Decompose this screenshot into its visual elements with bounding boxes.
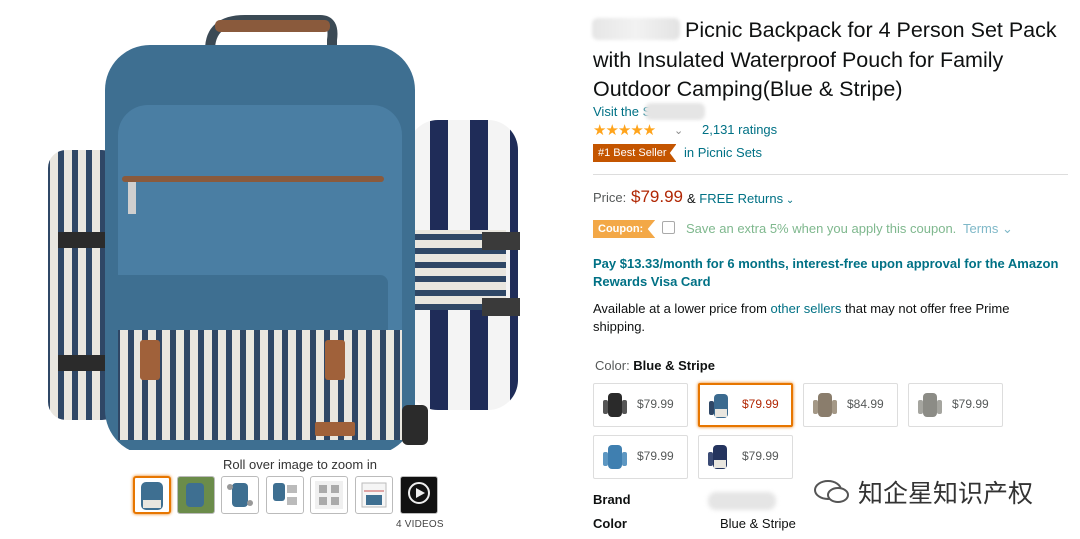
brand-label: Brand (593, 492, 631, 507)
swatch-price: $79.99 (637, 397, 674, 411)
swatch-price: $79.99 (742, 449, 779, 463)
thumbnail-5[interactable] (310, 476, 348, 514)
other-sellers-link[interactable]: other sellers (771, 301, 842, 316)
swatch-price: $84.99 (847, 397, 884, 411)
chevron-down-icon[interactable]: ⌄ (674, 124, 683, 137)
returns-prefix: & (687, 191, 700, 206)
color-swatch-navy[interactable]: $79.99 (698, 435, 793, 479)
wechat-icon (812, 479, 852, 505)
thumbnail-1[interactable] (133, 476, 171, 514)
swatch-image (918, 393, 942, 417)
swatch-image (603, 445, 627, 469)
color-swatch-grey[interactable]: $79.99 (908, 383, 1003, 427)
color-swatch-light-blue[interactable]: $79.99 (593, 435, 688, 479)
color-label-text: Color: (595, 358, 634, 373)
watermark-text: 知企星知识产权 (858, 479, 1034, 508)
color-swatch-blue-stripe[interactable]: $79.99 (698, 383, 793, 427)
videos-count-label: 4 VIDEOS (396, 519, 444, 530)
thumbnail-2[interactable] (177, 476, 215, 514)
thumbnail-3[interactable] (221, 476, 259, 514)
coupon-text: Save an extra 5% when you apply this cou… (686, 221, 957, 236)
product-main-image[interactable] (30, 10, 570, 455)
coupon-checkbox[interactable] (662, 221, 675, 234)
availability-note: Available at a lower price from other se… (593, 300, 1063, 336)
brand-name-redacted (592, 18, 680, 40)
coupon-terms-link[interactable]: Terms ⌄ (963, 221, 1013, 237)
brand-value-redacted (708, 492, 776, 510)
thumbnail-6[interactable] (355, 476, 393, 514)
swatch-image (813, 393, 837, 417)
color-detail-value: Blue & Stripe (720, 516, 796, 531)
coupon-badge: Coupon: (593, 220, 656, 238)
best-seller-category-link[interactable]: in Picnic Sets (684, 145, 762, 160)
color-selector-label: Color: Blue & Stripe (595, 358, 715, 373)
best-seller-badge: #1 Best Seller (593, 144, 677, 162)
avail-prefix: Available at a lower price from (593, 301, 771, 316)
color-selected-value: Blue & Stripe (633, 358, 715, 373)
monthly-payment-offer[interactable]: Pay $13.33/month for 6 months, interest-… (593, 255, 1073, 291)
swatch-image (709, 394, 728, 418)
color-swatch-black[interactable]: $79.99 (593, 383, 688, 427)
swatch-price: $79.99 (637, 449, 674, 463)
color-swatch-khaki[interactable]: $84.99 (803, 383, 898, 427)
swatch-image (708, 445, 727, 469)
video-thumbnail[interactable] (400, 476, 438, 514)
divider (593, 174, 1068, 175)
swatch-price: $79.99 (742, 397, 779, 411)
price-label: Price: (593, 190, 627, 205)
thumbnail-4[interactable] (266, 476, 304, 514)
zoom-hint: Roll over image to zoom in (223, 457, 377, 472)
price-value: $79.99 (631, 187, 683, 206)
free-returns-link[interactable]: FREE Returns (699, 191, 783, 206)
color-detail-label: Color (593, 516, 627, 531)
store-name-redacted (645, 103, 705, 120)
ratings-count-link[interactable]: 2,131 ratings (702, 122, 777, 137)
star-rating-icon[interactable]: ★★★★★ (593, 121, 656, 139)
free-returns: & FREE Returns ⌄ (687, 191, 795, 206)
swatch-price: $79.99 (952, 397, 989, 411)
swatch-image (603, 393, 627, 417)
